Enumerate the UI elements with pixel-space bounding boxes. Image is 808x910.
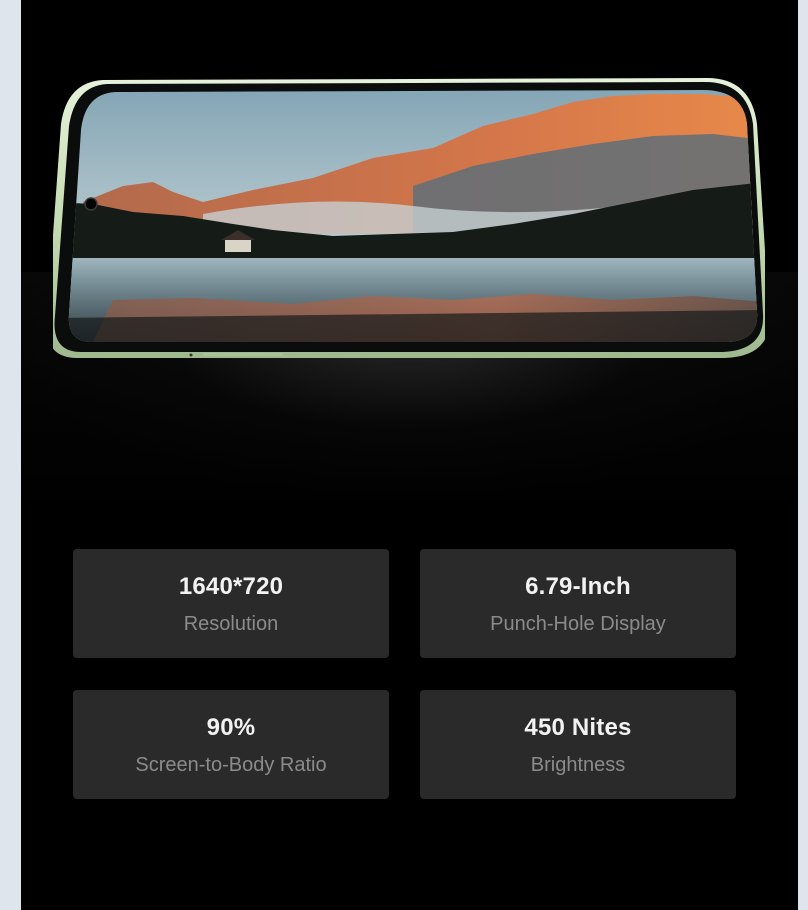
- spec-label: Screen-to-Body Ratio: [135, 753, 327, 776]
- spec-card-display-size: 6.79-Inch Punch-Hole Display: [420, 549, 736, 658]
- spec-value: 6.79-Inch: [525, 572, 631, 600]
- spec-card-brightness: 450 Nites Brightness: [420, 690, 736, 799]
- spec-label: Brightness: [530, 753, 626, 776]
- spec-value: 1640*720: [178, 572, 284, 600]
- spec-card-screen-ratio: 90% Screen-to-Body Ratio: [73, 690, 389, 799]
- spec-label: Punch-Hole Display: [490, 612, 666, 635]
- spec-label: Resolution: [183, 612, 279, 635]
- product-display-panel: 1640*720 Resolution 6.79-Inch Punch-Hole…: [21, 0, 798, 910]
- page: 1640*720 Resolution 6.79-Inch Punch-Hole…: [0, 0, 808, 910]
- spec-value: 450 Nites: [524, 713, 632, 741]
- phone-hero-image: [53, 74, 765, 366]
- spec-value: 90%: [206, 713, 256, 741]
- spec-card-resolution: 1640*720 Resolution: [73, 549, 389, 658]
